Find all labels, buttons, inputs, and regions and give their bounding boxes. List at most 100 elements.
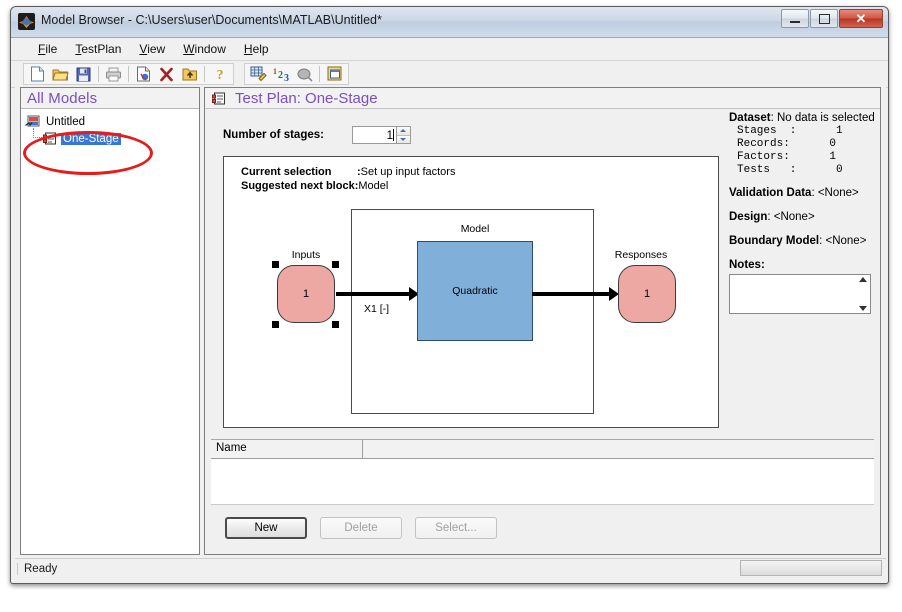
- suggested-next-block-line: Suggested next block:Model: [241, 179, 455, 193]
- suggested-next-block-value: Model: [358, 180, 389, 192]
- menu-label-window: indow: [194, 42, 226, 56]
- help-question-icon[interactable]: ?: [209, 64, 230, 84]
- numbers-123-icon[interactable]: 123: [271, 64, 292, 84]
- items-list-body[interactable]: [211, 459, 874, 504]
- project-icon: [25, 114, 41, 129]
- toolbar-separator: [98, 66, 99, 82]
- menu-item-window[interactable]: Window: [174, 39, 235, 59]
- save-icon[interactable]: [73, 64, 94, 84]
- test-plan-header: Test Plan: One-Stage: [205, 88, 880, 109]
- status-progress-bar: [740, 560, 882, 576]
- all-models-title: All Models: [27, 89, 98, 107]
- edge-label-x1: X1 [-]: [364, 303, 390, 315]
- boundary-model-key: Boundary Model: [729, 235, 820, 247]
- current-selection-line: Current selection:Set up input factors: [241, 165, 455, 179]
- print-icon[interactable]: [103, 64, 124, 84]
- minimize-button[interactable]: [781, 9, 809, 28]
- column-header-blank[interactable]: [363, 440, 874, 458]
- testplan-icon: [42, 131, 58, 146]
- dataset-key: Dataset: [729, 112, 771, 124]
- up-folder-icon[interactable]: [179, 64, 200, 84]
- all-models-header: All Models: [21, 88, 199, 109]
- svg-text:2: 2: [278, 70, 283, 81]
- validation-data-key: Validation Data: [729, 187, 812, 199]
- dataset-value: : No data is selected: [770, 112, 875, 124]
- edit-properties-icon[interactable]: [133, 64, 154, 84]
- model-tree: Untitled One-Stage: [21, 109, 199, 147]
- window-controls: ✕: [781, 9, 883, 28]
- edge-model-to-responses: [532, 292, 610, 296]
- toolbar-separator: [204, 66, 205, 82]
- text-caret: [392, 129, 394, 141]
- notes-textarea[interactable]: [729, 274, 871, 314]
- test-plan-pane: Test Plan: One-Stage Number of stages: 1: [204, 87, 881, 555]
- dataset-line: Dataset: No data is selected: [729, 112, 875, 124]
- open-folder-icon[interactable]: [50, 64, 71, 84]
- scroll-up-icon[interactable]: [858, 277, 867, 282]
- maximize-button[interactable]: [810, 9, 838, 28]
- status-text: Ready: [17, 563, 57, 575]
- notes-scrollbar[interactable]: [856, 276, 869, 312]
- number-of-stages-input[interactable]: 1: [351, 126, 396, 144]
- inputs-count: 1: [302, 288, 310, 300]
- data-table-icon[interactable]: [248, 64, 269, 84]
- stepper-up-button[interactable]: [396, 127, 410, 135]
- new-file-icon[interactable]: [27, 64, 48, 84]
- delete-x-icon[interactable]: [156, 64, 177, 84]
- tree-label-one-stage: One-Stage: [61, 132, 121, 145]
- validation-data-value: : <None>: [811, 187, 859, 199]
- responses-node[interactable]: 1: [618, 265, 676, 323]
- test-plan-info: Dataset: No data is selected Stages : 1 …: [729, 112, 875, 314]
- column-header-name[interactable]: Name: [211, 440, 363, 458]
- toolbar-group-file: ?: [23, 63, 234, 85]
- window-title: Model Browser - C:\Users\user\Documents\…: [41, 13, 382, 27]
- menu-label-file: ile: [45, 42, 58, 56]
- number-of-stages-stepper[interactable]: 1: [351, 126, 411, 144]
- selection-handle[interactable]: [332, 261, 339, 268]
- client-area: All Models Untitled One-Stage Test Plan:…: [15, 87, 886, 560]
- model-browser-window: Model Browser - C:\Users\user\Documents\…: [10, 6, 889, 584]
- window-layout-icon[interactable]: [324, 64, 345, 84]
- menu-item-view[interactable]: View: [130, 39, 174, 59]
- selection-handle[interactable]: [332, 321, 339, 328]
- tree-node-untitled[interactable]: Untitled: [25, 113, 199, 130]
- menu-label-view: iew: [147, 42, 166, 56]
- menu-item-testplan[interactable]: TestPlan: [66, 39, 130, 59]
- svg-text:?: ?: [216, 68, 223, 82]
- stepper-down-button[interactable]: [396, 134, 410, 143]
- scroll-down-icon[interactable]: [858, 306, 867, 311]
- dataset-stats: Stages : 1 Records: 0 Factors: 1 Tests :…: [737, 125, 843, 176]
- items-list-header: Name: [211, 440, 874, 459]
- items-list-panel: Name New Delete Select...: [211, 439, 874, 550]
- matlab-icon: [18, 13, 35, 30]
- current-selection-value: Set up input factors: [360, 166, 456, 178]
- title-bar: Model Browser - C:\Users\user\Documents\…: [11, 7, 888, 38]
- toolbar-separator: [319, 66, 320, 82]
- test-plan-title: Test Plan: One-Stage: [235, 89, 378, 107]
- select-button[interactable]: Select...: [415, 516, 497, 539]
- menu-item-file[interactable]: File: [29, 39, 66, 59]
- selection-handle[interactable]: [272, 261, 279, 268]
- svg-text:3: 3: [284, 73, 289, 82]
- tree-node-one-stage[interactable]: One-Stage: [25, 128, 199, 147]
- svg-text:1: 1: [273, 67, 277, 76]
- chevron-up-icon: [400, 129, 407, 133]
- selection-handle[interactable]: [272, 321, 279, 328]
- design-value: : <None>: [767, 211, 815, 223]
- close-button[interactable]: ✕: [839, 9, 883, 28]
- model-type: Quadratic: [452, 285, 498, 297]
- delete-button[interactable]: Delete: [320, 516, 402, 539]
- inputs-label: Inputs: [291, 249, 321, 261]
- number-of-stages-row: Number of stages: 1: [223, 126, 411, 144]
- menu-item-help[interactable]: Help: [235, 39, 278, 59]
- toolbar-group-model: 123: [244, 63, 349, 85]
- boundary-model-line: Boundary Model: <None>: [729, 235, 874, 247]
- new-button[interactable]: New: [225, 516, 307, 539]
- model-label: Model: [460, 223, 490, 235]
- menu-bar: File TestPlan View Window Help: [11, 38, 888, 61]
- responses-count: 1: [643, 288, 651, 300]
- test-plan-diagram[interactable]: Current selection:Set up input factors S…: [223, 156, 719, 428]
- boundary-model-icon[interactable]: [294, 64, 315, 84]
- inputs-node[interactable]: 1: [277, 265, 335, 323]
- model-node[interactable]: Quadratic: [417, 241, 533, 341]
